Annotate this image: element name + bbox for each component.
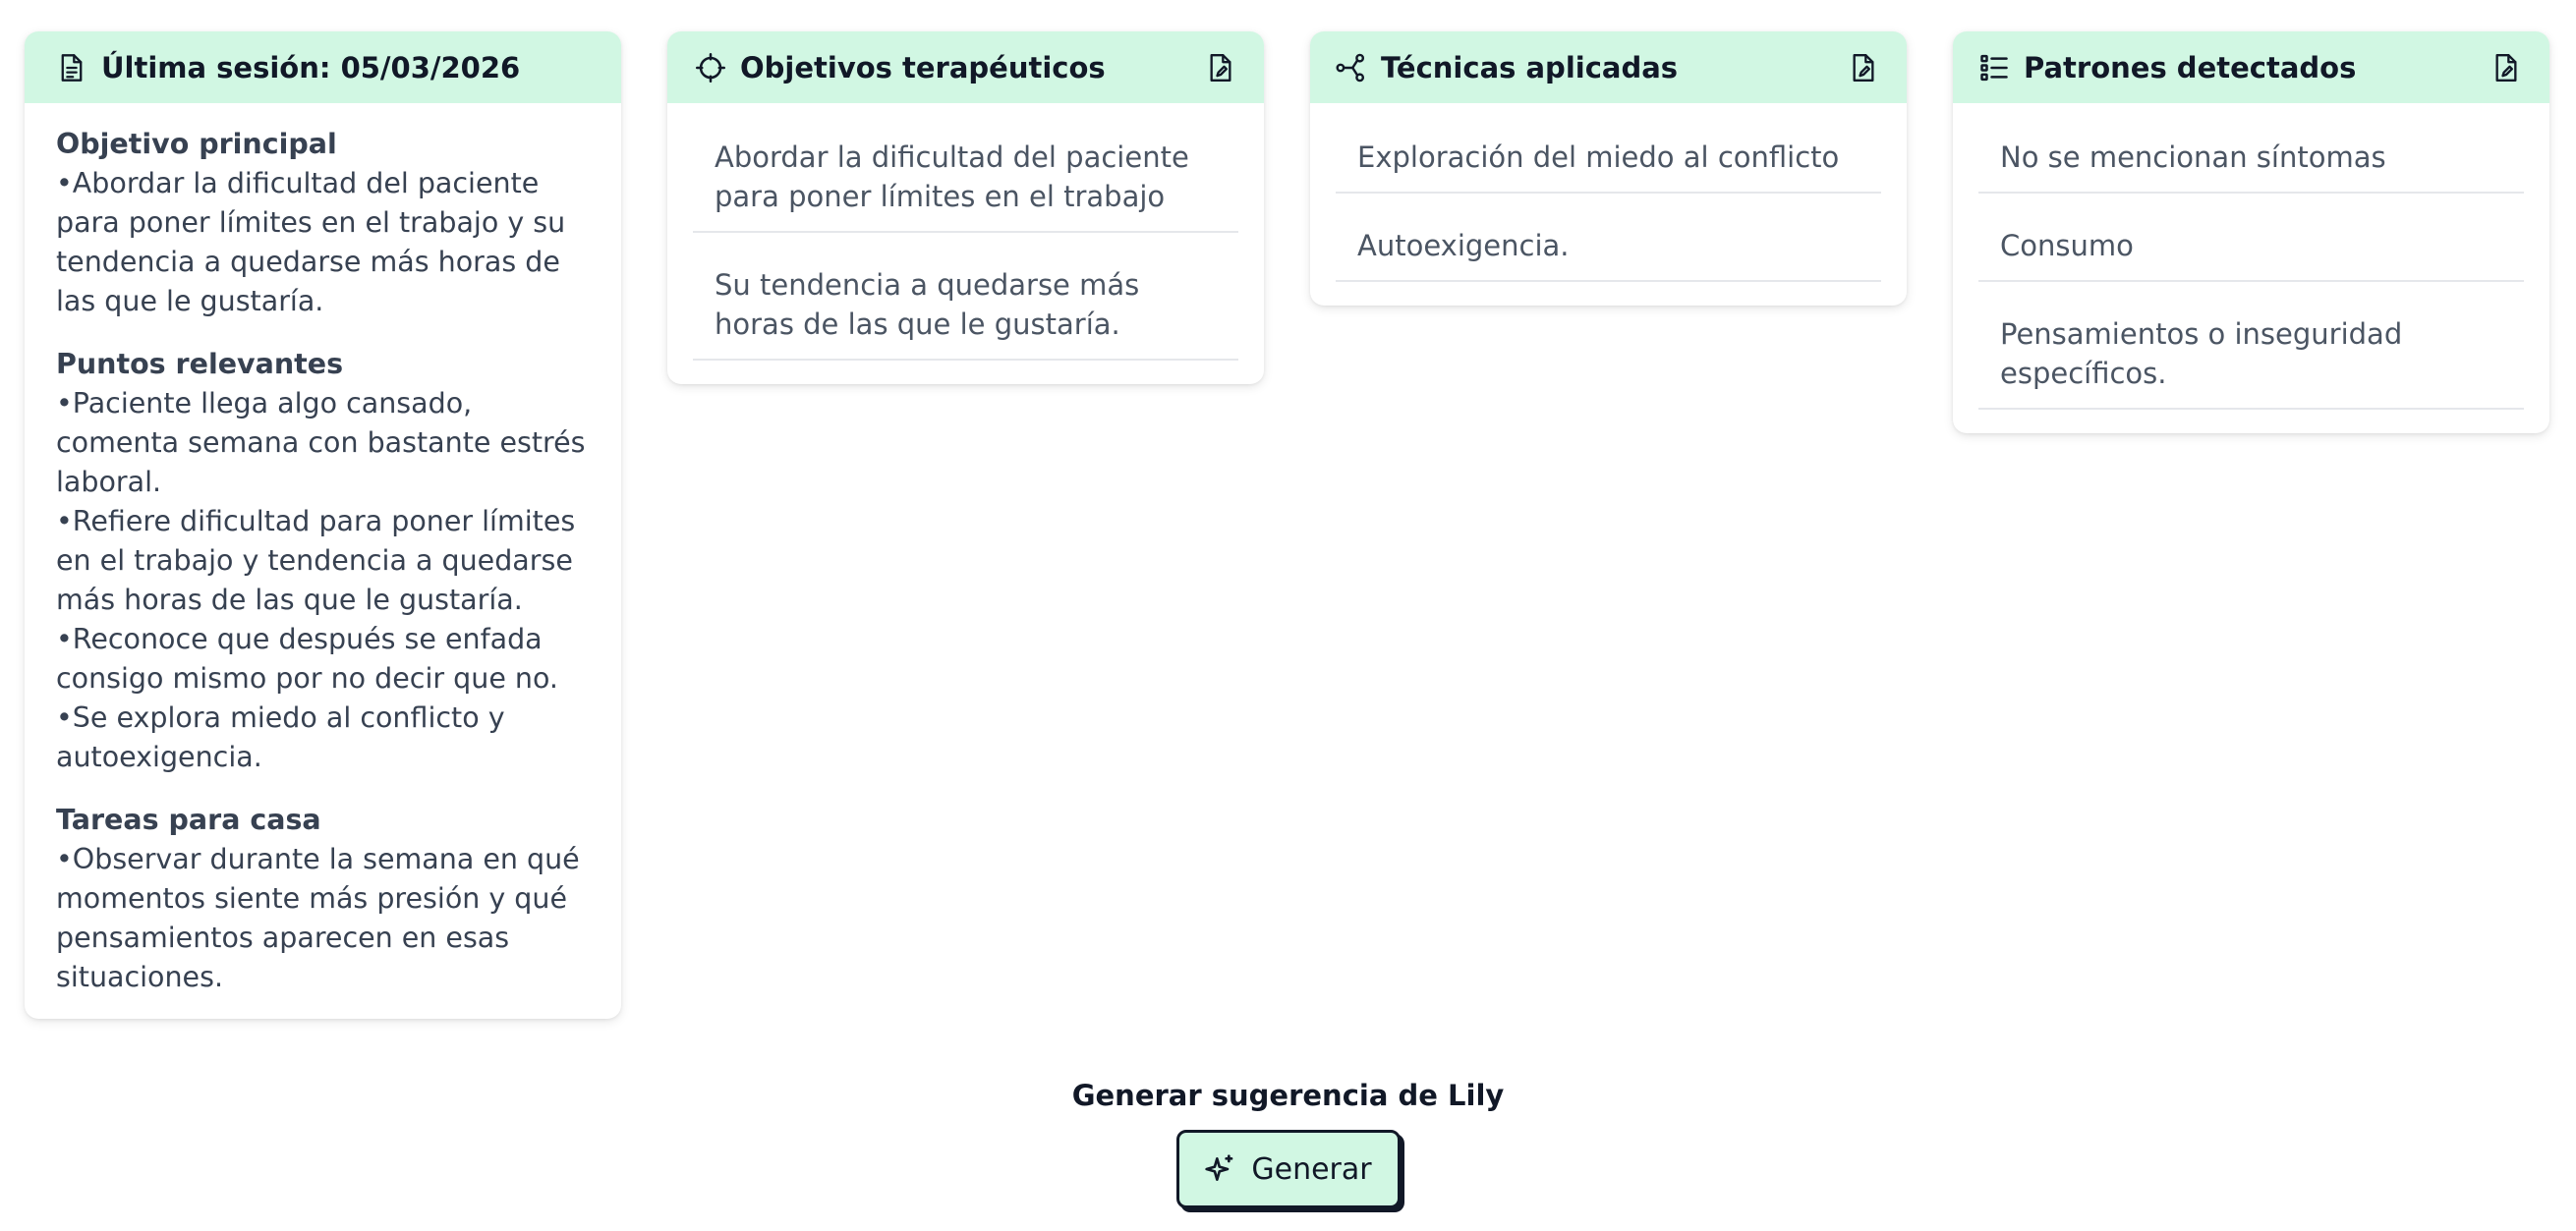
- summary-bullet: •Abordar la dificultad del paciente para…: [56, 167, 566, 317]
- patterns-title: Patrones detectados: [2024, 50, 2357, 84]
- session-summary-page: Última sesión: 05/03/2026 Objetivo princ…: [0, 0, 2576, 1231]
- patterns-list: No se mencionan síntomas Consumo Pensami…: [1953, 103, 2549, 433]
- list-item: Consumo: [1978, 211, 2524, 282]
- list-item: Autoexigencia.: [1336, 211, 1881, 282]
- summary-section-title: Tareas para casa: [56, 804, 321, 836]
- lily-suggestion: Generar sugerencia de Lily Generar: [0, 1079, 2576, 1208]
- objectives-list: Abordar la dificultad del paciente para …: [667, 103, 1264, 384]
- document-icon: [56, 52, 87, 84]
- summary-section-relevant-points: Puntos relevantes •Paciente llega algo c…: [56, 345, 590, 777]
- last-session-header: Última sesión: 05/03/2026: [25, 31, 621, 103]
- lily-suggestion-title: Generar sugerencia de Lily: [1071, 1079, 1505, 1112]
- list-item: Pensamientos o inseguridad específicos.: [1978, 300, 2524, 410]
- summary-section-title: Objetivo principal: [56, 128, 337, 160]
- summary-section-homework: Tareas para casa •Observar durante la se…: [56, 801, 590, 997]
- summary-bullet: •Observar durante la semana en qué momen…: [56, 843, 580, 993]
- share-nodes-icon: [1336, 52, 1367, 84]
- crosshair-icon: [695, 52, 726, 84]
- summary-bullet: •Paciente llega algo cansado, comenta se…: [56, 387, 586, 498]
- last-session-title: Última sesión: 05/03/2026: [101, 50, 521, 84]
- objectives-card: Objetivos terapéuticos Abordar la dificu…: [667, 31, 1264, 384]
- objectives-header: Objetivos terapéuticos: [667, 31, 1264, 103]
- techniques-title: Técnicas aplicadas: [1381, 50, 1679, 84]
- list-item: No se mencionan síntomas: [1978, 123, 2524, 194]
- techniques-header: Técnicas aplicadas: [1310, 31, 1907, 103]
- edit-document-icon[interactable]: [1846, 50, 1881, 85]
- sparkles-icon: [1204, 1153, 1235, 1185]
- list-item: Su tendencia a quedarse más horas de las…: [693, 251, 1238, 361]
- generate-button[interactable]: Generar: [1175, 1130, 1401, 1208]
- patterns-header: Patrones detectados: [1953, 31, 2549, 103]
- techniques-card: Técnicas aplicadas Exploración del miedo…: [1310, 31, 1907, 306]
- objectives-title: Objetivos terapéuticos: [740, 50, 1106, 84]
- edit-document-icon[interactable]: [1203, 50, 1238, 85]
- summary-bullet: •Refiere dificultad para poner límites e…: [56, 505, 576, 616]
- summary-bullet: •Reconoce que después se enfada consigo …: [56, 623, 558, 695]
- list-item: Abordar la dificultad del paciente para …: [693, 123, 1238, 233]
- list-item: Exploración del miedo al conflicto: [1336, 123, 1881, 194]
- techniques-list: Exploración del miedo al conflicto Autoe…: [1310, 103, 1907, 306]
- summary-section-title: Puntos relevantes: [56, 348, 344, 380]
- summary-bullet: •Se explora miedo al conflicto y autoexi…: [56, 701, 505, 773]
- last-session-card: Última sesión: 05/03/2026 Objetivo princ…: [25, 31, 621, 1019]
- generate-button-label: Generar: [1251, 1151, 1372, 1187]
- summary-section-objective: Objetivo principal •Abordar la dificulta…: [56, 125, 590, 321]
- patterns-card: Patrones detectados No se mencionan sínt…: [1953, 31, 2549, 433]
- last-session-body: Objetivo principal •Abordar la dificulta…: [25, 103, 621, 1019]
- list-check-icon: [1978, 52, 2010, 84]
- edit-document-icon[interactable]: [2489, 50, 2524, 85]
